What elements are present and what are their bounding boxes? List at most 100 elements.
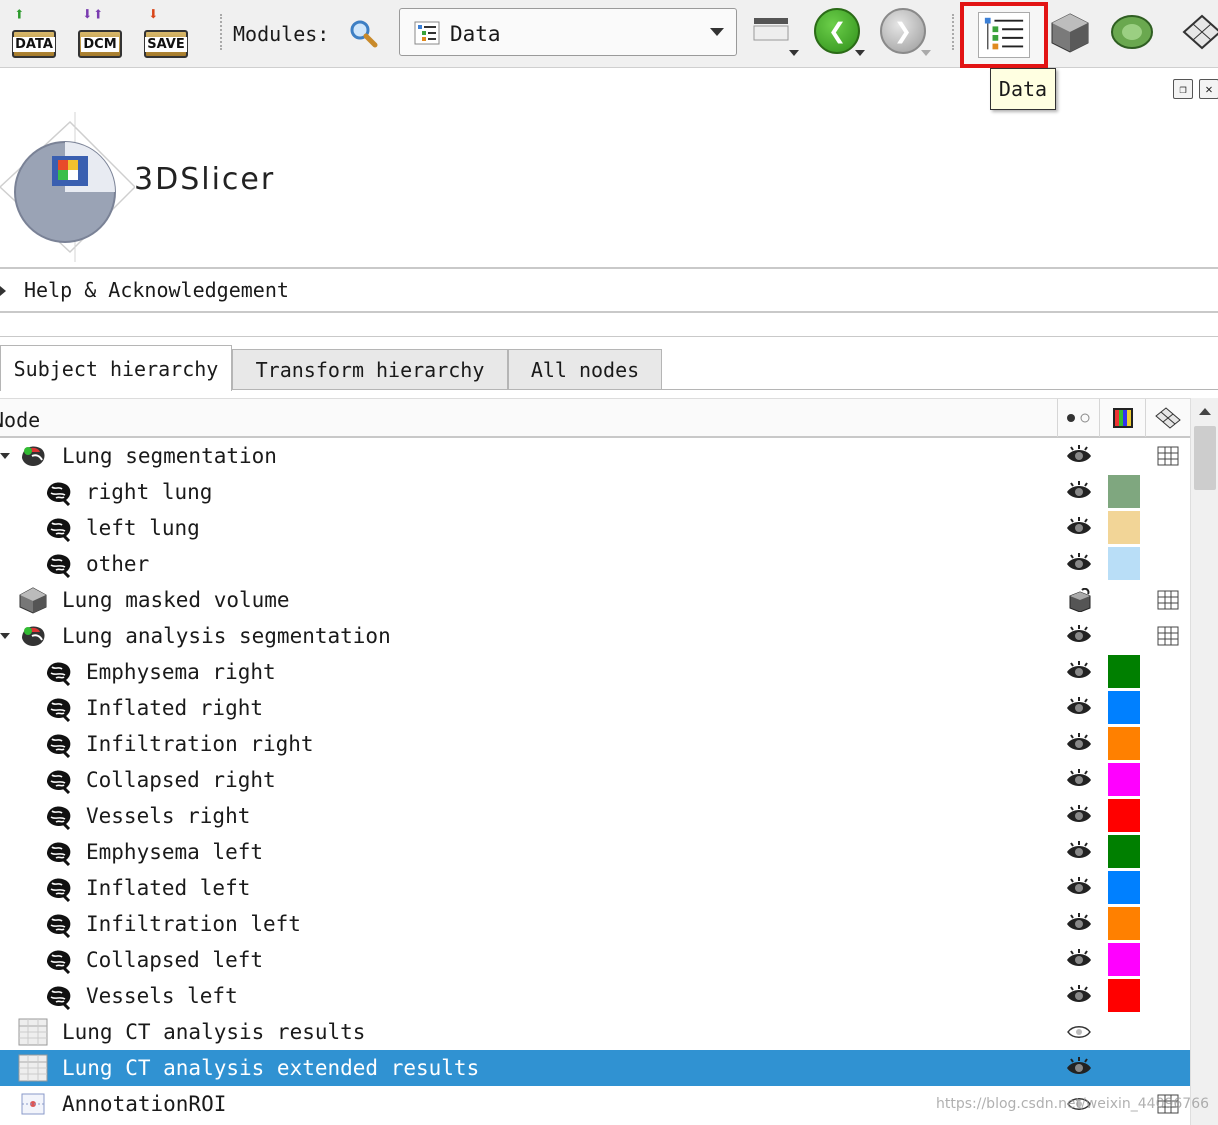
models-module-icon[interactable] [1110, 10, 1154, 54]
chevron-down-icon[interactable] [0, 633, 10, 639]
tree-row[interactable]: Inflated right [0, 690, 1190, 726]
history-dropdown-icon[interactable] [789, 50, 799, 56]
color-swatch[interactable] [1108, 979, 1140, 1012]
color-swatch[interactable] [1108, 655, 1140, 688]
back-arrow-button[interactable]: ❮ [814, 8, 860, 54]
color-swatch[interactable] [1108, 691, 1140, 724]
tab-subject-hierarchy[interactable]: Subject hierarchy [0, 345, 232, 391]
eye-icon[interactable] [1066, 660, 1092, 684]
tree-row[interactable]: Lung analysis segmentation [0, 618, 1190, 654]
forward-arrow-button[interactable]: ❯ [880, 8, 926, 54]
close-icon[interactable]: ✕ [1199, 79, 1218, 99]
load-data-button[interactable]: ⬆ DATA [10, 6, 58, 58]
tree-row[interactable]: Infiltration left [0, 906, 1190, 942]
color-swatch[interactable] [1108, 763, 1140, 796]
tree-row[interactable]: Lung segmentation [0, 438, 1190, 474]
color-swatch[interactable] [1108, 835, 1140, 868]
segment-brain-icon [44, 694, 74, 723]
eye-icon[interactable] [1066, 1056, 1092, 1080]
tree-row-label: Lung CT analysis extended results [62, 1056, 480, 1080]
eye-icon[interactable] [1066, 516, 1092, 540]
segment-brain-icon [44, 874, 74, 903]
undock-icon[interactable]: ❐ [1173, 79, 1193, 99]
help-section-toggle[interactable]: Help & Acknowledgement [0, 270, 1218, 312]
tree-row[interactable]: Collapsed left [0, 942, 1190, 978]
segment-brain-icon [44, 946, 74, 975]
tree-row[interactable]: Emphysema left [0, 834, 1190, 870]
eye-closed-icon[interactable] [1066, 1020, 1092, 1044]
eye-icon[interactable] [1066, 480, 1092, 504]
tree-row[interactable]: other [0, 546, 1190, 582]
eye-icon[interactable] [1066, 552, 1092, 576]
visibility-column-icon[interactable] [1057, 399, 1099, 437]
color-swatch[interactable] [1108, 727, 1140, 760]
vertical-scrollbar[interactable] [1190, 398, 1218, 1125]
module-search-icon[interactable] [348, 18, 378, 48]
eye-icon[interactable] [1066, 984, 1092, 1008]
volumes-module-icon[interactable] [1048, 10, 1092, 54]
transform-grid-icon[interactable] [1157, 590, 1179, 610]
color-swatch[interactable] [1108, 871, 1140, 904]
transform-column-icon[interactable] [1145, 399, 1190, 437]
segment-brain-icon [44, 838, 74, 867]
eye-icon[interactable] [1066, 840, 1092, 864]
dicom-button[interactable]: ⬇⬆ DCM [76, 6, 124, 58]
eye-icon[interactable] [1066, 948, 1092, 972]
chevron-down-icon[interactable] [0, 453, 10, 459]
modules-label: Modules: [233, 22, 330, 46]
eye-icon[interactable] [1066, 696, 1092, 720]
scroll-up-icon[interactable] [1199, 408, 1211, 415]
toolbar-grip[interactable] [220, 14, 223, 50]
tree-row[interactable]: Lung CT analysis extended results [0, 1050, 1190, 1086]
tree-row-label: Lung masked volume [62, 588, 290, 612]
save-button[interactable]: ⬇ SAVE [142, 6, 190, 58]
module-selector[interactable]: Data [399, 8, 737, 56]
tab-transform-hierarchy[interactable]: Transform hierarchy [232, 349, 508, 390]
color-swatch[interactable] [1108, 799, 1140, 832]
tree-row[interactable]: Vessels left [0, 978, 1190, 1014]
transforms-module-icon[interactable] [1180, 10, 1218, 54]
data-module-button[interactable] [960, 2, 1048, 68]
color-swatch[interactable] [1108, 943, 1140, 976]
color-column-icon[interactable] [1099, 399, 1145, 437]
tree-row-label: Emphysema right [86, 660, 276, 684]
eye-icon[interactable] [1066, 444, 1092, 468]
color-swatch[interactable] [1108, 547, 1140, 580]
color-swatch[interactable] [1108, 475, 1140, 508]
transform-grid-icon[interactable] [1157, 626, 1179, 646]
subject-hierarchy-tree[interactable]: Node Lung segmentation right lung left lun… [0, 398, 1190, 1125]
tree-row[interactable]: Lung masked volume [0, 582, 1190, 618]
tree-row[interactable]: Collapsed right [0, 762, 1190, 798]
toolbar-grip[interactable] [952, 14, 955, 50]
volume-visibility-icon[interactable] [1066, 587, 1092, 613]
eye-icon[interactable] [1066, 912, 1092, 936]
tree-row-label: Inflated left [86, 876, 251, 900]
eye-icon[interactable] [1066, 768, 1092, 792]
dcm-button-label: DCM [81, 36, 119, 52]
color-swatch[interactable] [1108, 511, 1140, 544]
transform-grid-icon[interactable] [1157, 446, 1179, 466]
tree-row[interactable]: right lung [0, 474, 1190, 510]
annotation-roi-icon [18, 1090, 48, 1118]
chevron-down-icon [710, 28, 724, 36]
back-dropdown-icon[interactable] [855, 50, 865, 56]
chevron-right-icon [0, 286, 6, 296]
tab-all-nodes[interactable]: All nodes [508, 349, 662, 390]
tree-row[interactable]: Lung CT analysis results [0, 1014, 1190, 1050]
eye-icon[interactable] [1066, 732, 1092, 756]
eye-icon[interactable] [1066, 876, 1092, 900]
tree-row-label: other [86, 552, 150, 576]
tree-row[interactable]: Infiltration right [0, 726, 1190, 762]
color-swatch[interactable] [1108, 907, 1140, 940]
forward-arrow-icon: ❯ [893, 13, 913, 49]
node-column-header[interactable]: Node [0, 408, 40, 432]
module-history-icon[interactable] [752, 16, 792, 52]
tree-row[interactable]: left lung [0, 510, 1190, 546]
forward-dropdown-icon[interactable] [921, 50, 931, 56]
eye-icon[interactable] [1066, 804, 1092, 828]
tree-row[interactable]: Emphysema right [0, 654, 1190, 690]
scrollbar-thumb[interactable] [1194, 426, 1216, 490]
eye-icon[interactable] [1066, 624, 1092, 648]
tree-row[interactable]: Inflated left [0, 870, 1190, 906]
tree-row[interactable]: Vessels right [0, 798, 1190, 834]
